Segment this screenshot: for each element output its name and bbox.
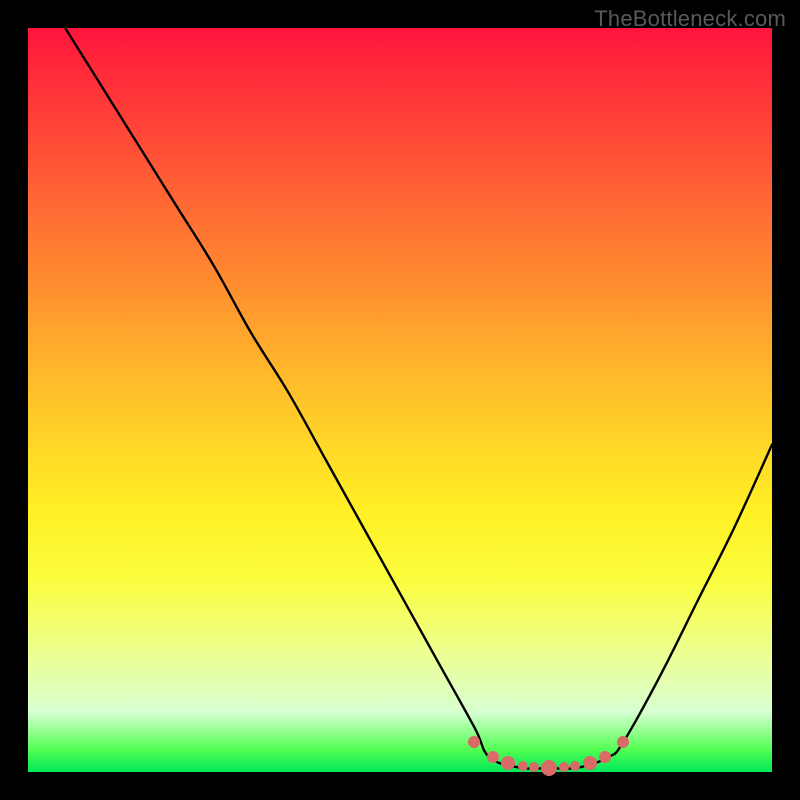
data-marker xyxy=(487,751,499,763)
data-marker xyxy=(617,736,629,748)
chart-root: TheBottleneck.com xyxy=(0,0,800,800)
data-marker xyxy=(468,736,480,748)
data-marker xyxy=(541,760,557,776)
data-marker xyxy=(570,761,580,771)
plot-area xyxy=(28,28,772,772)
data-marker xyxy=(583,756,597,770)
data-marker xyxy=(559,762,569,772)
data-marker xyxy=(599,751,611,763)
data-marker xyxy=(518,761,528,771)
data-marker xyxy=(529,762,539,772)
marker-layer xyxy=(28,28,772,772)
data-marker xyxy=(501,756,515,770)
